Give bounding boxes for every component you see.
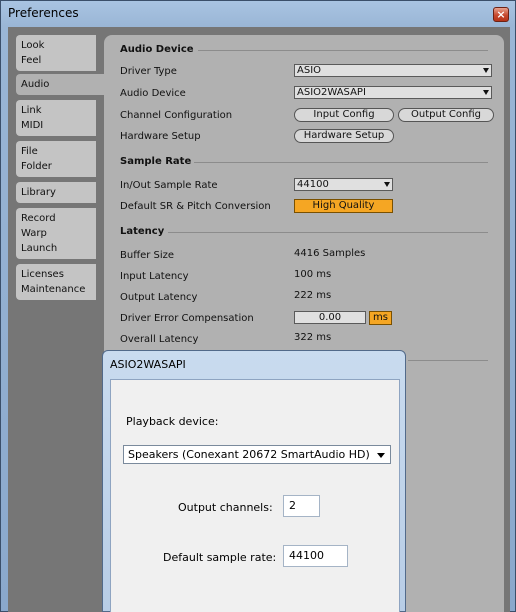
- channel-configuration-label: Channel Configuration: [120, 110, 233, 121]
- driver-type-label: Driver Type: [120, 66, 177, 77]
- section-heading-sample-rate: Sample Rate: [120, 156, 192, 167]
- driver-type-value: ASIO: [297, 65, 322, 76]
- asio2wasapi-dialog: ASIO2WASAPI Playback device: Speakers (C…: [102, 350, 406, 612]
- tab-label: Maintenance: [21, 284, 86, 295]
- output-channels-input[interactable]: 2: [283, 495, 320, 517]
- driver-error-unit: ms: [369, 311, 392, 325]
- overall-latency-value: 322 ms: [294, 332, 332, 343]
- inout-sample-rate-value: 44100: [297, 179, 329, 190]
- tab-file-folder[interactable]: File Folder: [16, 141, 96, 177]
- chevron-down-icon: [483, 90, 489, 95]
- chevron-down-icon: [377, 453, 385, 458]
- playback-device-label: Playback device:: [126, 415, 219, 428]
- tab-label: Launch: [21, 243, 58, 254]
- tab-record-warp-launch[interactable]: Record Warp Launch: [16, 208, 96, 259]
- input-latency-value: 100 ms: [294, 269, 332, 280]
- inout-sample-rate-label: In/Out Sample Rate: [120, 180, 218, 191]
- close-button[interactable]: ×: [493, 7, 509, 22]
- dialog-title: ASIO2WASAPI: [110, 358, 186, 371]
- section-heading-audio-device: Audio Device: [120, 44, 194, 55]
- buffer-size-value: 4416 Samples: [294, 248, 366, 259]
- section-divider: [198, 50, 488, 51]
- default-sr-toggle[interactable]: High Quality: [294, 199, 393, 213]
- tab-label: MIDI: [21, 120, 44, 131]
- tab-label: Link: [21, 105, 42, 116]
- playback-device-select[interactable]: Speakers (Conexant 20672 SmartAudio HD): [123, 445, 391, 464]
- default-sr-label: Default SR & Pitch Conversion: [120, 201, 271, 212]
- tab-look-feel[interactable]: Look Feel: [16, 35, 96, 71]
- audio-device-value: ASIO2WASAPI: [297, 87, 366, 98]
- driver-error-compensation-label: Driver Error Compensation: [120, 313, 254, 324]
- output-latency-value: 222 ms: [294, 290, 332, 301]
- section-heading-latency: Latency: [120, 226, 165, 237]
- tab-label: File: [21, 146, 38, 157]
- section-divider: [168, 232, 488, 233]
- output-latency-label: Output Latency: [120, 292, 198, 303]
- tab-label: Look: [21, 40, 45, 51]
- hardware-setup-button[interactable]: Hardware Setup: [294, 129, 394, 143]
- output-channels-label: Output channels:: [178, 501, 273, 514]
- driver-type-dropdown[interactable]: ASIO: [294, 64, 492, 77]
- playback-device-value: Speakers (Conexant 20672 SmartAudio HD): [128, 448, 370, 461]
- inout-sample-rate-dropdown[interactable]: 44100: [294, 178, 393, 191]
- chevron-down-icon: [384, 182, 390, 187]
- tab-licenses-maintenance[interactable]: Licenses Maintenance: [16, 264, 96, 300]
- audio-device-dropdown[interactable]: ASIO2WASAPI: [294, 86, 492, 99]
- window-titlebar[interactable]: Preferences ×: [1, 1, 515, 27]
- dialog-body: Playback device: Speakers (Conexant 2067…: [110, 379, 400, 612]
- tab-label: Folder: [21, 161, 52, 172]
- tab-label: Library: [21, 187, 56, 198]
- section-divider: [194, 162, 488, 163]
- overall-latency-label: Overall Latency: [120, 334, 199, 345]
- tab-label: Warp: [21, 228, 47, 239]
- window-title: Preferences: [8, 6, 79, 20]
- tab-library[interactable]: Library: [16, 182, 96, 203]
- tab-link-midi[interactable]: Link MIDI: [16, 100, 96, 136]
- tab-label: Licenses: [21, 269, 64, 280]
- section-divider: [408, 360, 488, 361]
- default-sample-rate-input[interactable]: 44100: [283, 545, 348, 567]
- default-sample-rate-label: Default sample rate:: [163, 551, 277, 564]
- tab-label: Audio: [21, 79, 50, 90]
- audio-device-label: Audio Device: [120, 88, 186, 99]
- output-config-button[interactable]: Output Config: [398, 108, 494, 122]
- buffer-size-label: Buffer Size: [120, 250, 175, 261]
- chevron-down-icon: [483, 68, 489, 73]
- input-config-button[interactable]: Input Config: [294, 108, 394, 122]
- input-latency-label: Input Latency: [120, 271, 189, 282]
- tab-label: Feel: [21, 55, 42, 66]
- tab-audio[interactable]: Audio: [16, 74, 104, 95]
- driver-error-compensation-input[interactable]: 0.00: [294, 311, 366, 324]
- tab-label: Record: [21, 213, 56, 224]
- hardware-setup-label: Hardware Setup: [120, 131, 201, 142]
